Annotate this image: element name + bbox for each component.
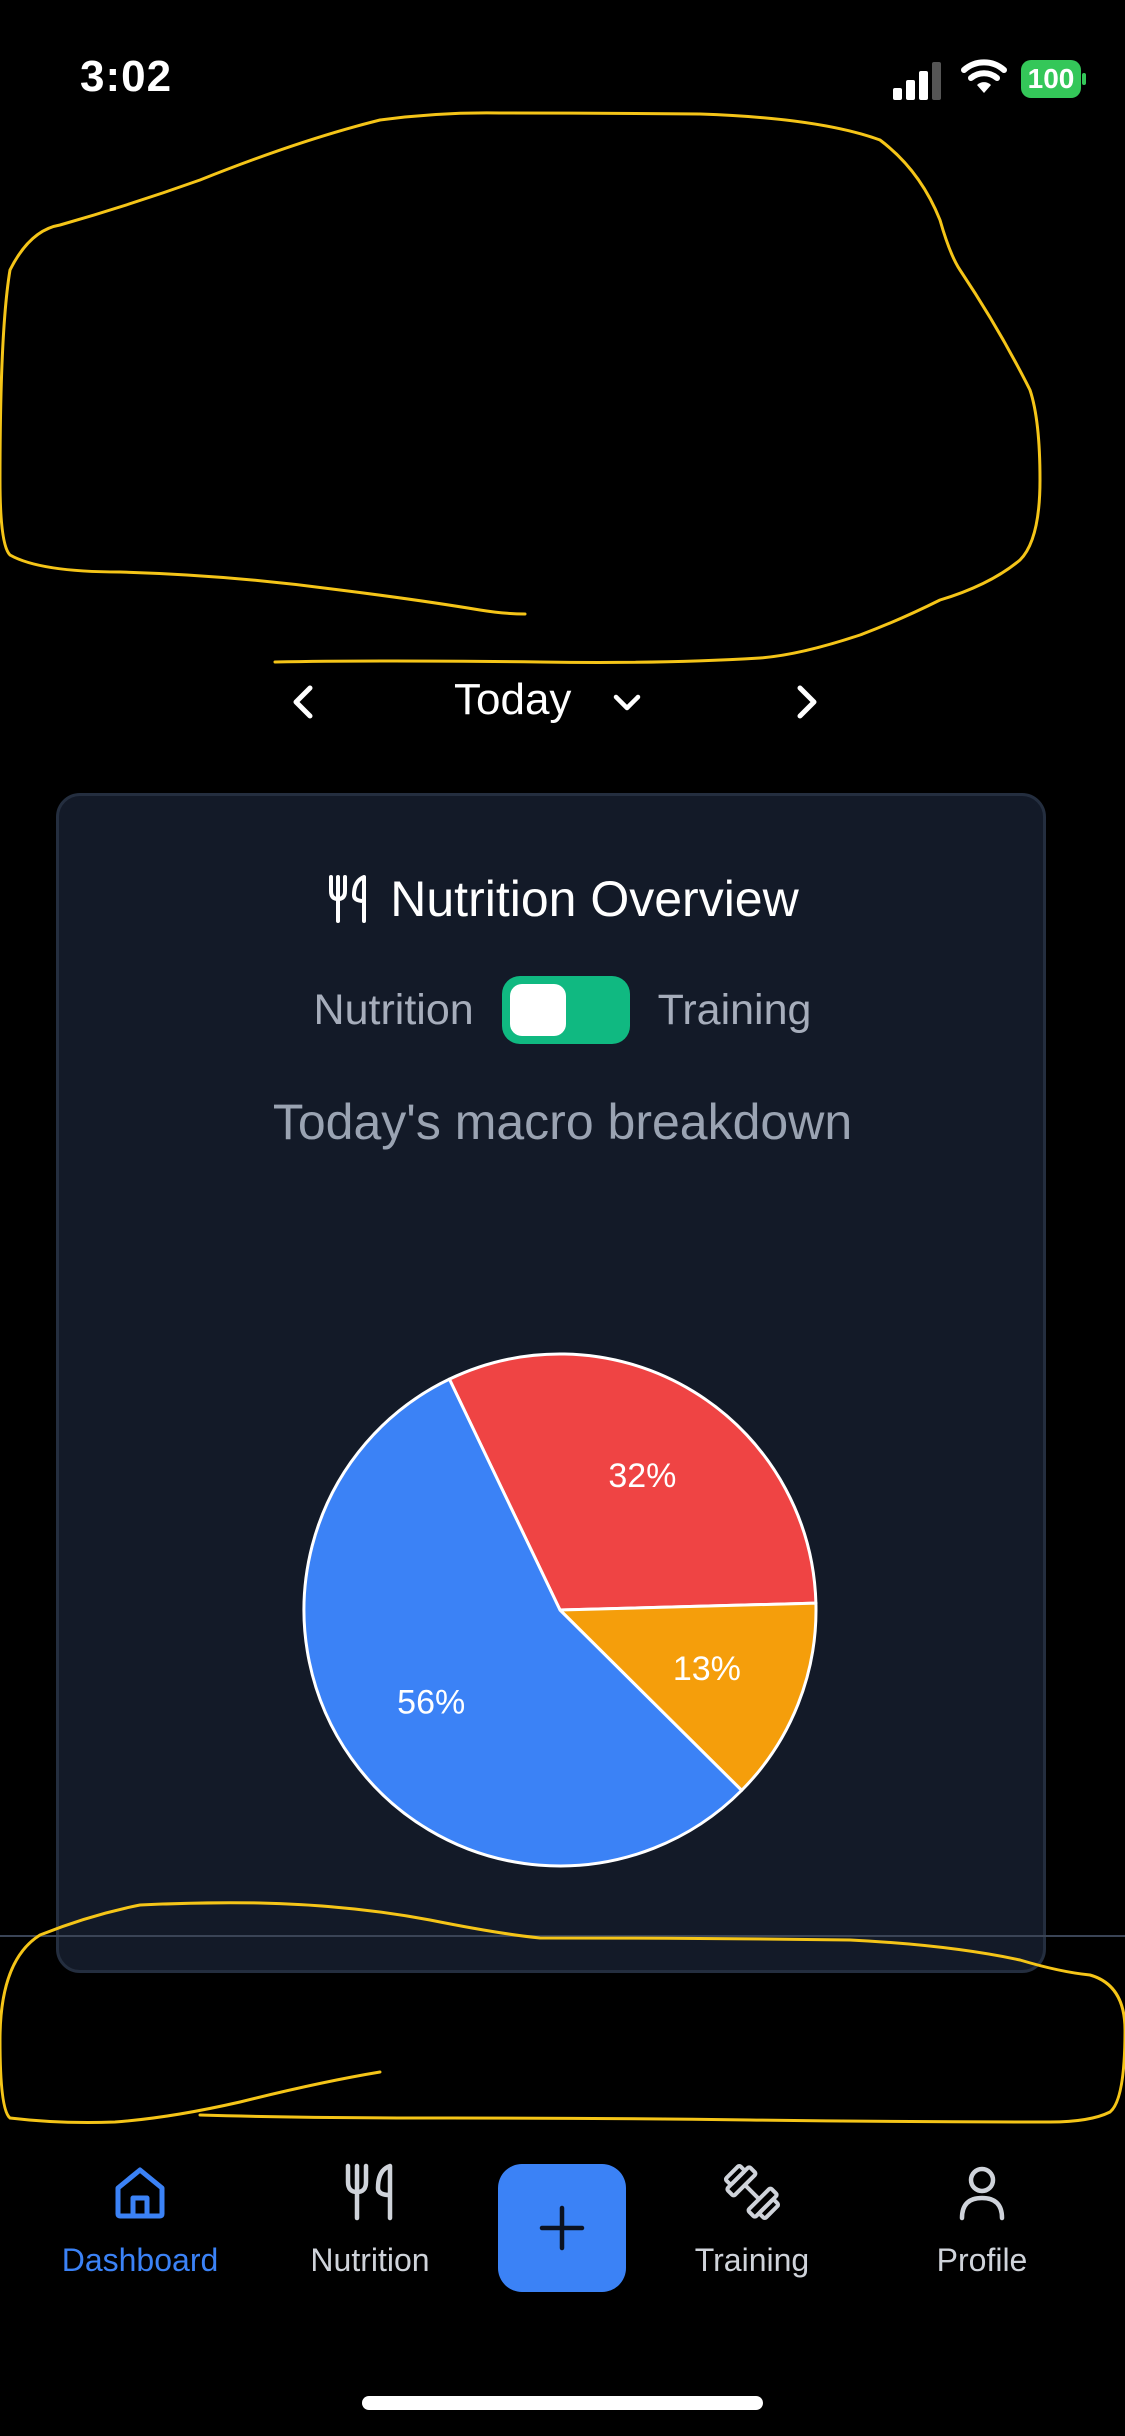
status-time: 3:02 — [80, 52, 173, 101]
cellular-signal-icon — [893, 62, 941, 100]
toggle-knob — [509, 984, 566, 1036]
tab-nutrition[interactable]: Nutrition — [270, 2160, 470, 2279]
tab-dashboard[interactable]: Dashboard — [40, 2160, 240, 2279]
tab-label-training: Training — [694, 2242, 810, 2278]
wifi-icon — [961, 59, 1007, 93]
section-divider — [0, 1935, 1125, 1937]
tab-training[interactable]: Training — [652, 2160, 852, 2279]
toggle-label-training: Training — [657, 985, 812, 1034]
home-icon — [115, 2167, 165, 2219]
chevron-right-icon[interactable] — [784, 676, 828, 728]
toggle-label-nutrition: Nutrition — [313, 985, 474, 1034]
pie-slice-label-2: 56% — [397, 1684, 465, 1722]
add-button[interactable] — [498, 2164, 626, 2292]
date-selector-label[interactable]: Today — [454, 675, 571, 725]
battery-icon: 100 — [1021, 60, 1087, 98]
tab-label-nutrition: Nutrition — [310, 2242, 430, 2278]
tab-profile[interactable]: Profile — [882, 2160, 1082, 2279]
chevron-down-icon[interactable] — [608, 684, 646, 722]
battery-level: 100 — [1021, 60, 1081, 98]
utensils-icon — [329, 875, 367, 923]
dumbbell-icon — [723, 2163, 781, 2221]
chart-subtitle: Today's macro breakdown — [272, 1094, 853, 1150]
pie-slice-label-0: 32% — [608, 1457, 676, 1495]
home-indicator — [362, 2396, 763, 2410]
tab-label-profile: Profile — [936, 2242, 1028, 2278]
mode-toggle-row: Nutrition Training — [0, 975, 1125, 1045]
macro-pie-chart: 32% 13% 56% — [302, 1352, 818, 1868]
chevron-left-icon[interactable] — [282, 676, 326, 728]
card-header: Nutrition Overview — [0, 870, 1125, 928]
user-icon — [959, 2166, 1005, 2221]
nutrition-training-toggle[interactable] — [501, 976, 630, 1044]
tab-label-dashboard: Dashboard — [61, 2242, 219, 2278]
utensils-icon — [345, 2163, 393, 2221]
card-title: Nutrition Overview — [390, 871, 799, 927]
plus-icon — [539, 2205, 585, 2251]
pie-slice-label-1: 13% — [673, 1650, 741, 1688]
